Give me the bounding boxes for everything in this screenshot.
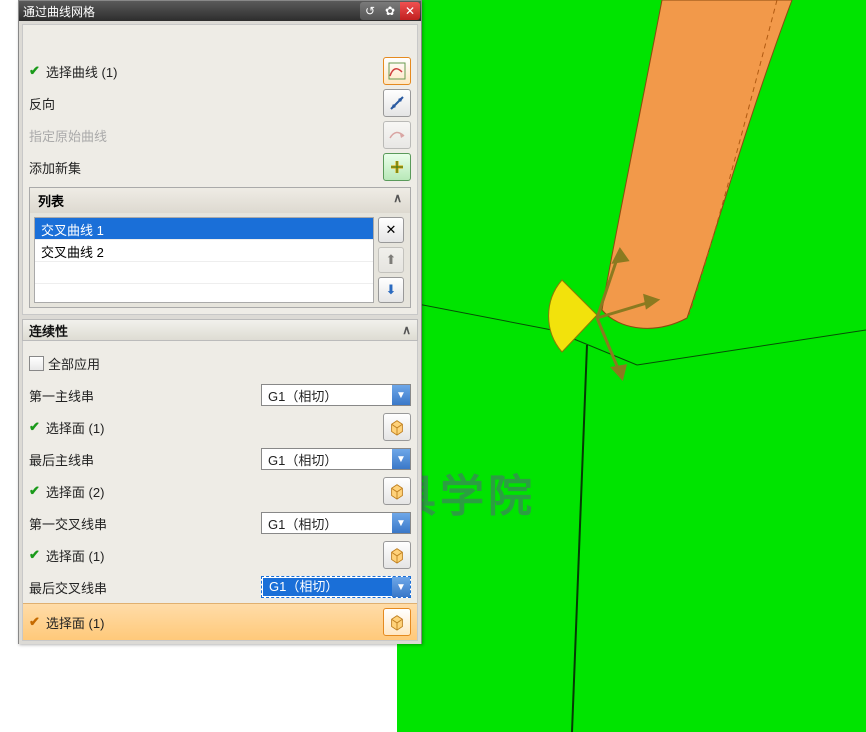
check-icon: ✔ [29, 63, 40, 79]
titlebar[interactable]: 通过曲线网格 ↺ ✿ ✕ [19, 1, 421, 21]
apply-all-checkbox[interactable] [29, 356, 44, 371]
first-cross-combo[interactable]: G1（相切）▼ [261, 512, 411, 534]
reverse-label: 反向 [29, 94, 55, 113]
select-curve-button[interactable] [383, 57, 411, 85]
chevron-down-icon: ▼ [392, 385, 410, 405]
select-face-label: 选择面 (1) [46, 613, 105, 632]
last-cross-label: 最后交叉线串 [29, 578, 107, 597]
chevron-down-icon: ▼ [392, 449, 410, 469]
mesh-dialog: 通过曲线网格 ↺ ✿ ✕ ✔ 选择曲线 (1) 反向 指定原始曲线 [18, 0, 422, 644]
last-primary-label: 最后主线串 [29, 450, 94, 469]
continuity-header[interactable]: 连续性 ∧ [22, 319, 418, 341]
curve-list[interactable]: 交叉曲线 1 交叉曲线 2 [34, 217, 374, 303]
list-header: 列表 [38, 191, 64, 210]
chevron-down-icon: ▼ [392, 513, 410, 533]
select-face-label: 选择面 (2) [46, 482, 105, 501]
dialog-title: 通过曲线网格 [23, 3, 360, 20]
list-item[interactable]: 交叉曲线 1 [35, 218, 373, 240]
first-cross-label: 第一交叉线串 [29, 514, 107, 533]
select-face-button[interactable] [383, 477, 411, 505]
viewport-3d[interactable] [397, 0, 866, 732]
select-face-label: 选择面 (1) [46, 418, 105, 437]
list-up-button[interactable]: ⬆ [378, 247, 404, 273]
first-primary-label: 第一主线串 [29, 386, 94, 405]
check-icon: ✔ [29, 419, 40, 435]
last-cross-combo[interactable]: G1（相切）▼ [261, 576, 411, 598]
continuity-panel: 全部应用 第一主线串 G1（相切）▼ ✔ 选择面 (1) 最后主线串 G1（相切）… [22, 341, 418, 641]
orig-curve-button[interactable] [383, 121, 411, 149]
orig-curve-label: 指定原始曲线 [29, 126, 107, 145]
list-item[interactable] [35, 262, 373, 284]
close-button[interactable]: ✕ [400, 2, 420, 20]
settings-button[interactable]: ✿ [380, 2, 400, 20]
select-curve-label: 选择曲线 (1) [46, 62, 118, 81]
check-icon: ✔ [29, 483, 40, 499]
list-down-button[interactable]: ⬇ [378, 277, 404, 303]
first-primary-combo[interactable]: G1（相切）▼ [261, 384, 411, 406]
check-icon: ✔ [29, 547, 40, 563]
select-face-button[interactable] [383, 608, 411, 636]
add-set-button[interactable] [383, 153, 411, 181]
select-face-button[interactable] [383, 541, 411, 569]
main-panel: ✔ 选择曲线 (1) 反向 指定原始曲线 [22, 24, 418, 315]
apply-all-label: 全部应用 [48, 354, 100, 373]
collapse-icon[interactable]: ∧ [402, 323, 411, 337]
list-remove-button[interactable]: ✕ [378, 217, 404, 243]
add-set-label: 添加新集 [29, 158, 81, 177]
last-primary-combo[interactable]: G1（相切）▼ [261, 448, 411, 470]
collapse-icon[interactable]: ∧ [393, 191, 402, 210]
list-frame: 列表 ∧ 交叉曲线 1 交叉曲线 2 ✕ ⬆ ⬇ [29, 187, 411, 308]
chevron-down-icon: ▼ [392, 577, 410, 597]
list-item[interactable]: 交叉曲线 2 [35, 240, 373, 262]
select-face-button[interactable] [383, 413, 411, 441]
reverse-button[interactable] [383, 89, 411, 117]
check-icon: ✔ [29, 614, 40, 630]
reset-button[interactable]: ↺ [360, 2, 380, 20]
select-face-label: 选择面 (1) [46, 546, 105, 565]
